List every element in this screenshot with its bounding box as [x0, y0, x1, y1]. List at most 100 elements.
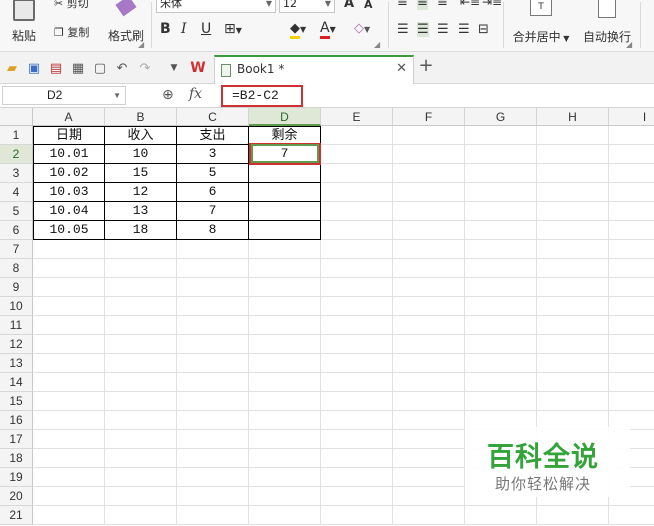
cell-h7[interactable]	[537, 240, 609, 259]
cell-b4[interactable]: 12	[105, 183, 177, 202]
cell-i4[interactable]	[609, 183, 654, 202]
row-header-18[interactable]: 18	[0, 449, 33, 468]
cell-d10[interactable]	[249, 297, 321, 316]
cell-a11[interactable]	[33, 316, 105, 335]
cell-c7[interactable]	[177, 240, 249, 259]
cell-f15[interactable]	[393, 392, 465, 411]
cell-e12[interactable]	[321, 335, 393, 354]
cell-b19[interactable]	[105, 468, 177, 487]
cell-a20[interactable]	[33, 487, 105, 506]
insert-function-button[interactable]: fx	[189, 86, 202, 102]
cell-e17[interactable]	[321, 430, 393, 449]
cell-h6[interactable]	[537, 221, 609, 240]
cell-a15[interactable]	[33, 392, 105, 411]
cell-f3[interactable]	[393, 164, 465, 183]
cell-i8[interactable]	[609, 259, 654, 278]
justify-button[interactable]: ☰	[458, 22, 470, 37]
cell-b15[interactable]	[105, 392, 177, 411]
zoom-icon[interactable]: ⊕	[162, 87, 174, 103]
row-header-12[interactable]: 12	[0, 335, 33, 354]
cell-i1[interactable]	[609, 126, 654, 145]
cell-b14[interactable]	[105, 373, 177, 392]
indent-button[interactable]: ⇤≡	[460, 0, 480, 9]
cell-f11[interactable]	[393, 316, 465, 335]
cell-f6[interactable]	[393, 221, 465, 240]
cell-c9[interactable]	[177, 278, 249, 297]
cell-c12[interactable]	[177, 335, 249, 354]
alignment-dialog-launcher[interactable]: ◢	[626, 40, 632, 49]
clipboard-dialog-launcher[interactable]: ◢	[138, 40, 144, 49]
font-color-button[interactable]: A▼	[320, 20, 336, 39]
cell-g9[interactable]	[465, 278, 537, 297]
row-header-21[interactable]: 21	[0, 506, 33, 525]
print-preview-icon[interactable]: ▢	[92, 60, 108, 76]
cell-a9[interactable]	[33, 278, 105, 297]
cell-d15[interactable]	[249, 392, 321, 411]
cell-d1[interactable]: 剩余	[249, 126, 321, 145]
cell-a13[interactable]	[33, 354, 105, 373]
column-header-h[interactable]: H	[537, 108, 609, 126]
cell-d14[interactable]	[249, 373, 321, 392]
column-header-g[interactable]: G	[465, 108, 537, 126]
cell-h8[interactable]	[537, 259, 609, 278]
cell-g21[interactable]	[465, 506, 537, 525]
cell-f18[interactable]	[393, 449, 465, 468]
column-header-d[interactable]: D	[249, 108, 321, 126]
copy-button[interactable]: ❐ 复制	[54, 24, 89, 40]
cell-e13[interactable]	[321, 354, 393, 373]
cell-g4[interactable]	[465, 183, 537, 202]
shrink-font-button[interactable]: A	[364, 0, 373, 11]
cell-g13[interactable]	[465, 354, 537, 373]
cell-b17[interactable]	[105, 430, 177, 449]
underline-button[interactable]: U	[201, 21, 211, 37]
cell-h4[interactable]	[537, 183, 609, 202]
cell-f12[interactable]	[393, 335, 465, 354]
cell-a3[interactable]: 10.02	[33, 164, 105, 183]
row-header-17[interactable]: 17	[0, 430, 33, 449]
cell-b2[interactable]: 10	[105, 145, 177, 164]
cell-g5[interactable]	[465, 202, 537, 221]
row-header-11[interactable]: 11	[0, 316, 33, 335]
cell-e3[interactable]	[321, 164, 393, 183]
cell-c6[interactable]: 8	[177, 221, 249, 240]
cell-f1[interactable]	[393, 126, 465, 145]
cell-c4[interactable]: 6	[177, 183, 249, 202]
cell-c11[interactable]	[177, 316, 249, 335]
formula-input[interactable]: =B2-C2	[221, 85, 303, 107]
cell-a17[interactable]	[33, 430, 105, 449]
new-tab-button[interactable]: +	[418, 55, 434, 76]
cell-i10[interactable]	[609, 297, 654, 316]
cell-h2[interactable]	[537, 145, 609, 164]
clear-format-button[interactable]: ◇▼	[354, 21, 370, 36]
cell-d11[interactable]	[249, 316, 321, 335]
cell-e21[interactable]	[321, 506, 393, 525]
cell-g12[interactable]	[465, 335, 537, 354]
cell-h5[interactable]	[537, 202, 609, 221]
cell-a5[interactable]: 10.04	[33, 202, 105, 221]
cell-h9[interactable]	[537, 278, 609, 297]
cell-e6[interactable]	[321, 221, 393, 240]
cell-f13[interactable]	[393, 354, 465, 373]
align-center-button[interactable]: ☰	[417, 22, 429, 37]
cell-c19[interactable]	[177, 468, 249, 487]
cell-c14[interactable]	[177, 373, 249, 392]
cell-h14[interactable]	[537, 373, 609, 392]
undo-icon[interactable]: ↶	[114, 60, 130, 76]
fill-color-button[interactable]: ◆▼	[290, 21, 306, 39]
cell-c1[interactable]: 支出	[177, 126, 249, 145]
cell-c15[interactable]	[177, 392, 249, 411]
cell-i15[interactable]	[609, 392, 654, 411]
cell-a10[interactable]	[33, 297, 105, 316]
cell-d6[interactable]	[249, 221, 321, 240]
save-icon[interactable]: ▣	[26, 60, 42, 76]
cell-e15[interactable]	[321, 392, 393, 411]
cell-f17[interactable]	[393, 430, 465, 449]
row-header-4[interactable]: 4	[0, 183, 33, 202]
cell-i7[interactable]	[609, 240, 654, 259]
cell-b18[interactable]	[105, 449, 177, 468]
cell-d20[interactable]	[249, 487, 321, 506]
row-header-15[interactable]: 15	[0, 392, 33, 411]
cell-c21[interactable]	[177, 506, 249, 525]
cell-d8[interactable]	[249, 259, 321, 278]
cell-a1[interactable]: 日期	[33, 126, 105, 145]
